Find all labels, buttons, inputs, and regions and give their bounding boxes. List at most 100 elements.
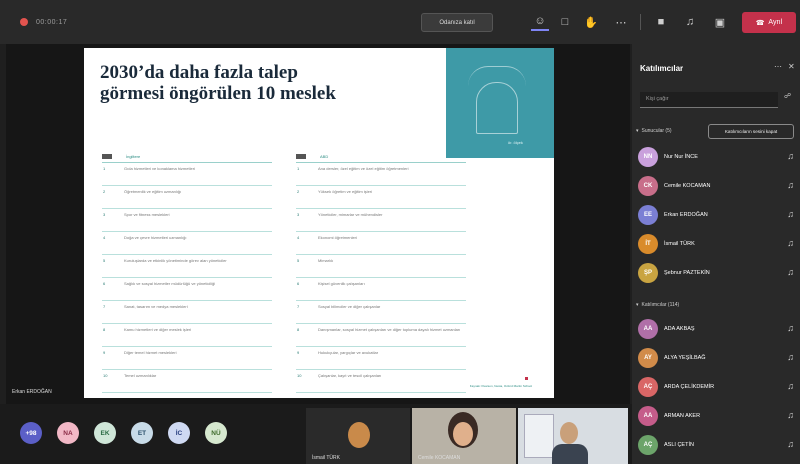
- video-tile-cemile[interactable]: Cemile KOCAMAN: [412, 408, 516, 464]
- uk-flag-icon: [102, 154, 112, 159]
- row-text: Kuruluşlarda ve etkinlik yönetiminde gör…: [124, 258, 227, 263]
- microphone-icon[interactable]: ♫: [787, 267, 794, 277]
- row-number: 8: [103, 327, 106, 332]
- teams-meeting-window: 00:00:17 Odanıza katıl ☺ □ ✋ ⋯ ■ ♫ ▣ ☎ A…: [0, 0, 800, 464]
- table-row: 2 Öğretmenlik ve eğitim uzmanlığı: [102, 186, 272, 209]
- microphone-icon[interactable]: ♫: [787, 381, 794, 391]
- table-row: 7 Sosyal bilimciler ve diğer çalışanlar: [296, 301, 466, 324]
- panel-title: Katılımcılar: [640, 64, 684, 73]
- more-options-icon[interactable]: ⋯: [774, 62, 782, 71]
- participant-row[interactable]: EE Erkan ERDOĞAN ♫: [638, 204, 798, 226]
- participant-avatar-tile[interactable]: +98: [20, 422, 42, 444]
- raise-hand-icon[interactable]: ✋: [582, 13, 600, 31]
- row-number: 3: [297, 212, 300, 217]
- row-number: 6: [297, 281, 300, 286]
- participant-name: Nur Nur İNCE: [664, 154, 698, 160]
- share-invite-icon[interactable]: ☍: [784, 92, 796, 108]
- meeting-toolbar: 00:00:17 Odanıza katıl ☺ □ ✋ ⋯ ■ ♫ ▣ ☎ A…: [0, 0, 800, 44]
- participant-row[interactable]: AÇ ASLI ÇETİN ♫: [638, 434, 798, 456]
- attendees-section-header[interactable]: ▾ Katılımcılar (114): [636, 302, 679, 308]
- row-number: 10: [103, 373, 108, 378]
- avatar: AA: [638, 406, 658, 426]
- participant-row[interactable]: NN Nur Nur İNCE ♫: [638, 146, 798, 168]
- row-number: 3: [103, 212, 106, 217]
- phone-icon: ☎: [755, 19, 765, 27]
- leave-button[interactable]: ☎ Ayrıl: [742, 12, 796, 33]
- illustration-arch: [476, 82, 518, 134]
- microphone-icon[interactable]: ♫: [787, 323, 794, 333]
- join-room-button[interactable]: Odanıza katıl: [421, 13, 493, 32]
- row-number: 2: [297, 189, 300, 194]
- participant-row[interactable]: AA ADA AKBAŞ ♫: [638, 318, 798, 340]
- participant-name: Erkan ERDOĞAN: [664, 212, 708, 218]
- participant-avatar-tile[interactable]: NÜ: [205, 422, 227, 444]
- participant-name: ARMAN AKER: [664, 413, 701, 419]
- participant-row[interactable]: İT İsmail TÜRK ♫: [638, 233, 798, 255]
- row-text: Hukukçular, yargıçlar ve avukatlar: [318, 350, 379, 355]
- microphone-icon[interactable]: ♫: [787, 439, 794, 449]
- background-window: [524, 414, 554, 458]
- us-column-header: ABD: [296, 151, 466, 163]
- participant-name: ALYA YEŞİLBAĞ: [664, 355, 706, 361]
- uk-column-header: İngiltere: [102, 151, 272, 163]
- slide-illustration: ör. ölçek: [446, 48, 554, 158]
- microphone-icon[interactable]: ♫: [681, 13, 699, 31]
- share-screen-icon[interactable]: ▣: [711, 13, 729, 31]
- more-actions-icon[interactable]: ⋯: [612, 13, 630, 31]
- microphone-icon[interactable]: ♫: [787, 238, 794, 248]
- table-row: 10 Temel uzmanlıklar: [102, 370, 272, 393]
- row-number: 10: [297, 373, 302, 378]
- us-column-label: ABD: [320, 154, 329, 159]
- close-icon[interactable]: ✕: [788, 62, 795, 71]
- microphone-icon[interactable]: ♫: [787, 180, 794, 190]
- row-text: Öğretmenlik ve eğitim uzmanlığı: [124, 189, 182, 194]
- mute-all-button[interactable]: Katılımcıların sesini kapat: [708, 124, 794, 139]
- microphone-icon[interactable]: ♫: [787, 410, 794, 420]
- participant-row[interactable]: AA ARMAN AKER ♫: [638, 405, 798, 427]
- participant-avatar: [348, 422, 370, 448]
- participant-name: Şebnur PAZTEKİN: [664, 270, 710, 276]
- row-text: Yüksek öğretim ve eğitim işleri: [318, 189, 373, 194]
- participant-name: Cemile KOCAMAN: [664, 183, 711, 189]
- row-number: 1: [103, 166, 106, 171]
- meeting-timer: 00:00:17: [36, 18, 68, 26]
- participant-avatar-tile[interactable]: EK: [94, 422, 116, 444]
- row-number: 7: [297, 304, 300, 309]
- participant-avatar-tile[interactable]: İC: [168, 422, 190, 444]
- chevron-down-icon: ▾: [636, 302, 639, 308]
- participant-row[interactable]: AY ALYA YEŞİLBAĞ ♫: [638, 347, 798, 369]
- participant-face: [560, 422, 578, 444]
- avatar: EE: [638, 205, 658, 225]
- uk-rows: 1 Gıda hizmetleri ve konaklama hizmetleri…: [102, 163, 272, 393]
- table-row: 1 Ana dersler, özel eğitim ve özel eğitim…: [296, 163, 466, 186]
- avatar: ŞP: [638, 263, 658, 283]
- invite-search-input[interactable]: Kişi çağır: [640, 92, 778, 108]
- slide-source: Kaynak: Pearson, Nesta, Oxford Martin Sc…: [469, 384, 532, 388]
- microphone-icon[interactable]: ♫: [787, 151, 794, 161]
- participants-icon[interactable]: ☺: [531, 13, 549, 31]
- participant-row[interactable]: AÇ ARDA ÇELİKDEMİR ♫: [638, 376, 798, 398]
- microphone-icon[interactable]: ♫: [787, 209, 794, 219]
- table-row: 1 Gıda hizmetleri ve konaklama hizmetleri: [102, 163, 272, 186]
- row-text: Yöneticiler, mimarlar ve mühendisler: [318, 212, 383, 217]
- participant-shirt: [552, 444, 588, 464]
- microphone-icon[interactable]: ♫: [787, 352, 794, 362]
- camera-icon[interactable]: ■: [652, 13, 670, 31]
- video-tile-erkan[interactable]: [518, 408, 628, 464]
- participant-avatar-tile[interactable]: NA: [57, 422, 79, 444]
- presenters-section-header[interactable]: ▾ Sunucular (5): [636, 128, 672, 134]
- participant-row[interactable]: CK Cemile KOCAMAN ♫: [638, 175, 798, 197]
- table-row: 6 Sağlık ve sosyal hizmetler müdürlüğü ve…: [102, 278, 272, 301]
- row-text: Çalışanlar, kayıt ve tescil çalışanları: [318, 373, 382, 378]
- slide-title: 2030’da daha fazla talep görmesi öngörül…: [100, 62, 336, 104]
- chat-icon[interactable]: □: [556, 13, 574, 31]
- table-row: 2 Yüksek öğretim ve eğitim işleri: [296, 186, 466, 209]
- row-number: 5: [103, 258, 106, 263]
- table-row: 8 Kamu hizmetleri ve diğer meslek işleri: [102, 324, 272, 347]
- participant-row[interactable]: ŞP Şebnur PAZTEKİN ♫: [638, 262, 798, 284]
- participant-face: [453, 422, 473, 446]
- video-tile-ismail[interactable]: İsmail TÜRK: [306, 408, 410, 464]
- participant-avatar-tile[interactable]: ET: [131, 422, 153, 444]
- row-number: 9: [297, 350, 300, 355]
- presenter-name: Erkan ERDOĞAN: [12, 389, 52, 395]
